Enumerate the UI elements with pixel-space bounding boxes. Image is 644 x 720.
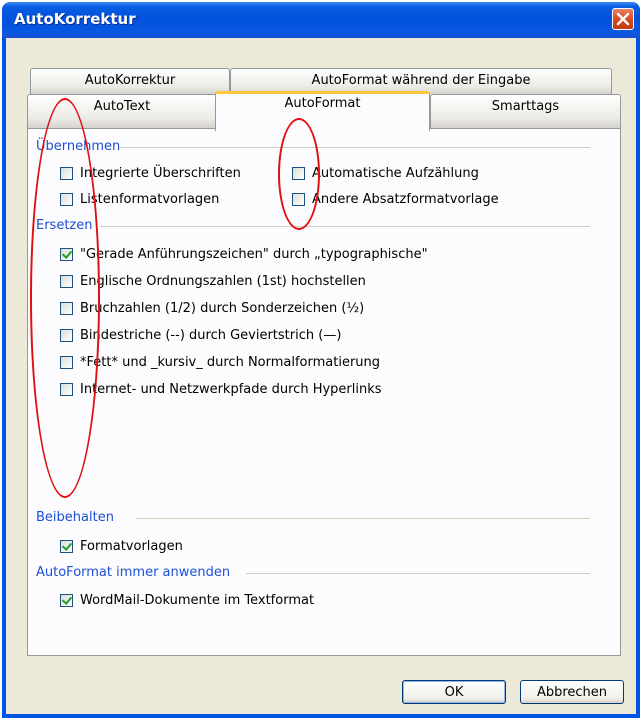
checkbox[interactable] (60, 275, 73, 288)
option-label: WordMail-Dokumente im Textformat (80, 593, 315, 608)
option-formatvorlagen[interactable]: Formatvorlagen (60, 539, 183, 554)
checkbox[interactable] (292, 167, 305, 180)
tab-label: AutoKorrektur (84, 73, 176, 88)
group-divider (120, 147, 590, 148)
option-label: Englische Ordnungszahlen (1st) hochstell… (80, 274, 366, 289)
option-integrierte-ueberschriften[interactable]: Integrierte Überschriften (60, 166, 241, 181)
tab-autoformat[interactable]: AutoFormat (215, 91, 430, 131)
option-listenformatvorlagen[interactable]: Listenformatvorlagen (60, 192, 219, 207)
group-title-immer-anwenden: AutoFormat immer anwenden (36, 565, 231, 580)
checkbox[interactable] (60, 302, 73, 315)
checkbox[interactable] (60, 248, 73, 261)
option-label: Listenformatvorlagen (80, 192, 220, 207)
option-hyperlinks[interactable]: Internet- und Netzwerkpfade durch Hyperl… (60, 382, 382, 397)
group-divider (136, 518, 590, 519)
option-ordnungszahlen[interactable]: Englische Ordnungszahlen (1st) hochstell… (60, 274, 366, 289)
ok-button[interactable]: OK (402, 680, 506, 704)
group-divider (100, 226, 590, 227)
checkbox[interactable] (60, 193, 73, 206)
autoformat-panel: Übernehmen Integrierte Überschriften Aut… (27, 128, 621, 656)
option-label: "Gerade Anführungszeichen" durch „typogr… (80, 247, 428, 262)
checkbox[interactable] (60, 383, 73, 396)
dialog-window: AutoKorrektur AutoKorrektur AutoFormat w… (2, 2, 640, 718)
tab-autotext[interactable]: AutoText (27, 94, 217, 128)
close-icon (616, 12, 630, 26)
tab-smarttags[interactable]: Smarttags (430, 94, 621, 128)
checkbox[interactable] (292, 193, 305, 206)
option-label: Internet- und Netzwerkpfade durch Hyperl… (80, 382, 382, 397)
group-title-beibehalten: Beibehalten (36, 510, 114, 525)
checkbox[interactable] (60, 356, 73, 369)
group-title-uebernehmen: Übernehmen (36, 139, 121, 154)
group-title-ersetzen: Ersetzen (36, 218, 93, 233)
option-fett-kursiv[interactable]: *Fett* und _kursiv_ durch Normalformatie… (60, 355, 380, 370)
tab-autokorrektur[interactable]: AutoKorrektur (30, 68, 230, 94)
option-anfuehrungszeichen[interactable]: "Gerade Anführungszeichen" durch „typogr… (60, 247, 428, 262)
tab-label: AutoFormat während der Eingabe (311, 73, 531, 88)
option-bindestriche[interactable]: Bindestriche (--) durch Geviertstrich (—… (60, 328, 341, 343)
option-wordmail[interactable]: WordMail-Dokumente im Textformat (60, 593, 314, 608)
option-label: Integrierte Überschriften (80, 166, 241, 181)
group-divider (246, 573, 590, 574)
checkbox[interactable] (60, 329, 73, 342)
option-andere-absatzformatvorlage[interactable]: Andere Absatzformatvorlage (292, 192, 499, 207)
option-bruchzahlen[interactable]: Bruchzahlen (1/2) durch Sonderzeichen (½… (60, 301, 364, 316)
option-label: *Fett* und _kursiv_ durch Normalformatie… (80, 355, 381, 370)
checkbox[interactable] (60, 167, 73, 180)
cancel-button[interactable]: Abbrechen (520, 680, 624, 704)
dialog-client-area: AutoKorrektur AutoFormat während der Ein… (6, 38, 636, 714)
option-label: Bindestriche (--) durch Geviertstrich (—… (80, 328, 342, 343)
close-button[interactable] (612, 8, 634, 30)
checkbox[interactable] (60, 540, 73, 553)
option-automatische-aufzaehlung[interactable]: Automatische Aufzählung (292, 166, 479, 181)
tab-label: AutoFormat (284, 96, 361, 111)
option-label: Bruchzahlen (1/2) durch Sonderzeichen (½… (80, 301, 365, 316)
checkbox[interactable] (60, 594, 73, 607)
tab-label: Smarttags (491, 99, 560, 114)
option-label: Andere Absatzformatvorlage (312, 192, 499, 207)
tab-label: AutoText (93, 99, 151, 114)
option-label: Automatische Aufzählung (312, 166, 479, 181)
title-bar[interactable]: AutoKorrektur (2, 2, 640, 38)
window-title: AutoKorrektur (14, 10, 136, 28)
option-label: Formatvorlagen (80, 539, 183, 554)
